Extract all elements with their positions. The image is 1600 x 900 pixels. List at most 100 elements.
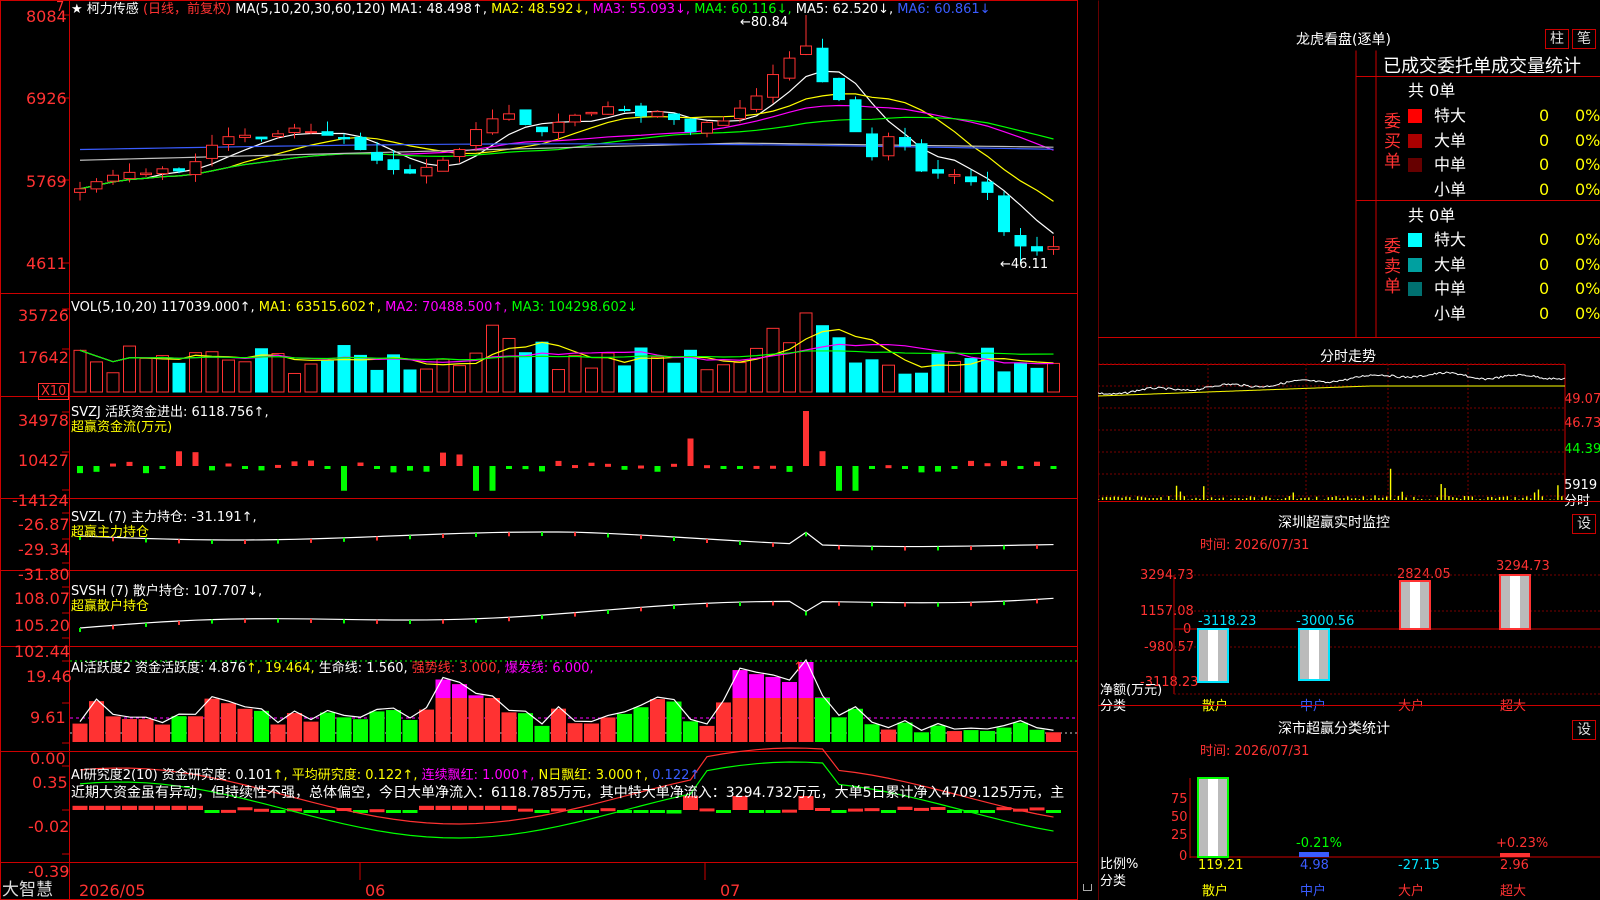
- research-bar: [765, 810, 781, 813]
- activity-bar: [501, 712, 517, 742]
- row-count: 0: [1539, 303, 1550, 323]
- activity-bar: [303, 721, 319, 742]
- activity-burst: [468, 695, 484, 698]
- sell-rows: 特大 0 0% 大单 0 0% 中单 0 0% 小单 0 0%: [1408, 229, 1600, 328]
- tick-view-button[interactable]: 笔: [1572, 29, 1596, 49]
- svsh-label: SVSH (7) 散户持仓: 107.707↓,: [71, 584, 263, 599]
- activity-burst: [815, 697, 830, 698]
- volume-bar: [387, 354, 400, 393]
- vol-ma1: MA1: 63515.602↑,: [258, 300, 382, 315]
- volume-bar: [519, 352, 532, 393]
- activity-bar: [914, 732, 929, 742]
- holding-dot: [574, 612, 576, 617]
- holding-dot: [739, 540, 741, 545]
- row-percent: 0%: [1575, 279, 1600, 298]
- activity-bar: [1029, 729, 1045, 742]
- candle-body: [222, 136, 235, 145]
- holding-dot: [145, 622, 147, 627]
- flow-bar: [753, 465, 760, 469]
- candle-body: [486, 118, 499, 134]
- lock-icon[interactable]: [1083, 884, 1092, 891]
- research-bar: [386, 810, 401, 813]
- vol-ytick: 17642: [18, 348, 69, 367]
- favorite-star-icon[interactable]: ★: [71, 2, 83, 17]
- fl-value: 4.98: [1300, 858, 1329, 873]
- activity-burst: [765, 676, 781, 698]
- activity-burst: [749, 674, 764, 698]
- main-chart-svg[interactable]: [0, 0, 1078, 900]
- candle-body: [981, 181, 994, 193]
- color-swatch: [1408, 233, 1422, 247]
- research-bar: [402, 810, 418, 813]
- flow-bar: [1050, 466, 1057, 469]
- svzl-ytick: -26.87: [18, 515, 70, 534]
- activity-bar: [171, 716, 187, 742]
- main-ytick: 4611: [26, 254, 67, 273]
- holding-dot: [211, 619, 213, 624]
- svzj-ytick: 34978: [18, 411, 69, 430]
- color-swatch: [1408, 257, 1422, 272]
- holding-dot: [970, 602, 972, 607]
- column-view-button[interactable]: 柱: [1545, 29, 1569, 49]
- row-label: 小单: [1434, 303, 1467, 323]
- holding-dot: [970, 546, 972, 551]
- activity-burst: [435, 679, 451, 698]
- candle-body: [882, 136, 895, 157]
- ai2-ytick: 0.35: [32, 773, 68, 792]
- candle-body: [1047, 246, 1060, 250]
- activity-bar: [699, 725, 715, 742]
- research-bar: [435, 805, 451, 810]
- candle-body: [602, 106, 614, 115]
- research-bar: [1029, 807, 1045, 811]
- fl-ytick: 0: [1179, 849, 1188, 864]
- flow-bar: [687, 438, 694, 466]
- order-row: 小单 0 0%: [1408, 303, 1600, 328]
- holding-dot: [112, 625, 114, 630]
- sz-monitor-title: 深圳超赢实时监控: [1278, 515, 1390, 531]
- ai2-ytick: -0.39: [28, 862, 70, 881]
- row-percent: 0%: [1575, 179, 1600, 199]
- candle-body: [635, 105, 647, 117]
- color-swatch: [1408, 282, 1422, 296]
- holding-dot: [607, 609, 609, 614]
- candle-body: [536, 126, 548, 133]
- fl-ytick: 50: [1171, 810, 1188, 825]
- candle-body: [107, 174, 119, 182]
- volume-bar: [337, 345, 351, 393]
- flow-bar: [275, 464, 281, 468]
- research-bar: [105, 805, 121, 810]
- holding-dot: [178, 620, 180, 625]
- holding-dot: [442, 533, 444, 538]
- activity-bar: [897, 722, 913, 742]
- holding-dot: [607, 533, 609, 538]
- holding-dot: [409, 620, 411, 625]
- candle-body: [965, 176, 977, 183]
- sz-settings-button[interactable]: 设: [1572, 514, 1596, 534]
- fl-value: 2.96: [1500, 858, 1529, 873]
- candle-body: [948, 174, 961, 177]
- vol-ma3: MA3: 104298.602↓: [511, 300, 638, 315]
- vol-ytick: 35726: [18, 306, 69, 325]
- activity-bar: [386, 710, 401, 742]
- holding-dot: [1036, 544, 1038, 549]
- flow-bar: [390, 466, 397, 473]
- research-bar: [600, 808, 616, 812]
- row-label: 中单: [1434, 155, 1467, 174]
- candle-body: [74, 188, 86, 193]
- candle-body: [800, 45, 812, 55]
- flow-bar: [522, 466, 529, 470]
- flow-bar: [440, 452, 446, 466]
- category-label: 散户: [1202, 884, 1229, 899]
- svzj-sub: 超赢资金流(万元): [71, 420, 173, 435]
- ma6-value: MA6: 60.861↓: [897, 2, 991, 17]
- activity-bar: [534, 725, 550, 742]
- candle-body: [899, 137, 911, 147]
- ma-label: MA(5,10,20,30,60,120): [235, 2, 386, 17]
- activity-bar: [551, 708, 566, 742]
- candle-body: [189, 161, 202, 176]
- chart-area[interactable]: [0, 0, 1078, 900]
- candle-body: [173, 168, 185, 172]
- candle-body: [833, 77, 845, 101]
- flow-bar: [1017, 466, 1024, 469]
- fl-settings-button[interactable]: 设: [1572, 720, 1596, 740]
